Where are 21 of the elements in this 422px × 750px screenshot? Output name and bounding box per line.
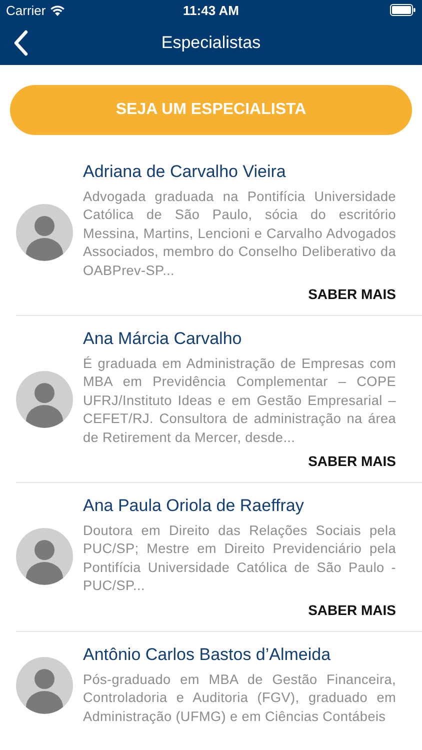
specialist-name: Ana Paula Oriola de Raeffray [83, 496, 304, 516]
avatar-icon [16, 370, 73, 428]
specialist-bio: É graduada em Administração de Empresas com MBA em Previdência Complementar – COPE UFRJ/Instituto Ideas e em Gestão Empresarial – CEFET/RJ. Consultora de administração na área de Retirement da Mercer, desde... [83, 355, 396, 447]
learn-more-link[interactable]: SABER MAIS [308, 286, 396, 302]
learn-more-link[interactable]: SABER MAIS [308, 453, 396, 470]
specialist-name: Ana Márcia Carvalho [83, 329, 242, 348]
specialist-bio: Advogada graduada na Pontifícia Universidade Católica de São Paulo, sócia do escritório Messina, Martins, Lencioni e Carvalho Advogados Associados, membro do Conselho Deliberativo da OABPrev-SP... [83, 188, 396, 280]
specialist-name: Antônio Carlos Bastos d’Almeida [83, 644, 331, 664]
wifi-icon [50, 4, 65, 16]
specialist-name: Adriana de Carvalho Vieira [83, 162, 286, 181]
avatar-icon [16, 528, 73, 586]
back-button[interactable] [13, 30, 29, 56]
specialist-bio: Pós-graduado em MBA de Gestão Financeira, Controladoria e Auditoria (FGV), graduado em Administração (UFMG) e em Ciências Contábeis [83, 670, 396, 726]
specialist-bio: Doutora em Direito das Relações Sociais pela PUC/SP; Mestre em Direito Previdenciário pela Pontifícia Universidade Católica de São Paulo - PUC/SP... [83, 522, 396, 596]
clock-time: 11:43 AM [183, 2, 239, 18]
battery-icon [390, 4, 416, 16]
avatar-icon [16, 656, 73, 714]
learn-more-link[interactable]: SABER MAIS [308, 602, 396, 618]
avatar-icon [16, 204, 73, 261]
carrier-label: Carrier [6, 2, 46, 18]
screen-title: Especialistas [161, 32, 261, 52]
